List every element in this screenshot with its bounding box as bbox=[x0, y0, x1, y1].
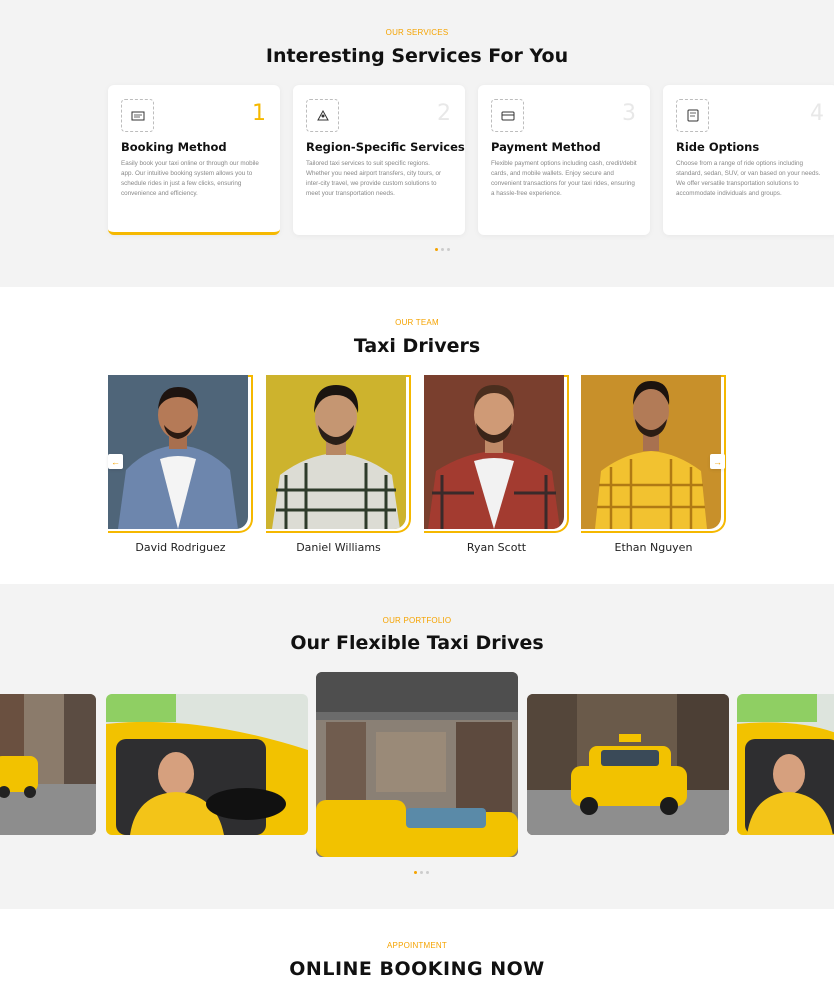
team-eyebrow: OUR TEAM bbox=[395, 318, 439, 327]
ride-options-icon bbox=[676, 99, 709, 132]
team-prev-button[interactable]: ← bbox=[108, 454, 123, 469]
appointment-title: ONLINE BOOKING NOW bbox=[289, 958, 545, 980]
portfolio-section: OUR PORTFOLIO Our Flexible Taxi Drives bbox=[0, 584, 834, 909]
appointment-section: APPOINTMENT ONLINE BOOKING NOW bbox=[0, 909, 834, 990]
portfolio-image[interactable] bbox=[0, 694, 96, 835]
region-icon bbox=[306, 99, 339, 132]
service-title: Ride Options bbox=[676, 140, 760, 154]
portfolio-image[interactable] bbox=[527, 694, 729, 835]
pagination-dot[interactable] bbox=[426, 871, 429, 874]
portfolio-image[interactable] bbox=[737, 694, 834, 835]
service-desc: Easily book your taxi online or through … bbox=[121, 160, 259, 197]
services-eyebrow: OUR SERVICES bbox=[385, 28, 449, 37]
team-next-button[interactable]: → bbox=[710, 454, 725, 469]
service-title: Booking Method bbox=[121, 140, 227, 154]
driver-photo bbox=[108, 375, 248, 529]
service-desc: Choose from a range of ride options incl… bbox=[676, 160, 821, 197]
payment-icon bbox=[491, 99, 524, 132]
pagination-dot[interactable] bbox=[420, 871, 423, 874]
service-card-booking[interactable]: 1 Booking Method Easily book your taxi o… bbox=[108, 85, 280, 235]
service-title: Payment Method bbox=[491, 140, 601, 154]
portfolio-pagination bbox=[414, 871, 429, 874]
appointment-eyebrow: APPOINTMENT bbox=[387, 941, 447, 950]
service-desc: Tailored taxi services to suit specific … bbox=[306, 160, 442, 197]
service-title: Region-Specific Services bbox=[306, 140, 465, 154]
driver-card[interactable]: David Rodriguez bbox=[108, 375, 253, 554]
portfolio-title: Our Flexible Taxi Drives bbox=[290, 632, 544, 654]
pagination-dot[interactable] bbox=[447, 248, 450, 251]
service-number: 1 bbox=[252, 101, 266, 126]
driver-photo bbox=[581, 375, 721, 529]
driver-card[interactable]: Ryan Scott bbox=[424, 375, 569, 554]
driver-card[interactable]: Daniel Williams bbox=[266, 375, 411, 554]
service-number: 4 bbox=[810, 101, 824, 126]
service-number: 2 bbox=[437, 101, 451, 126]
services-pagination bbox=[435, 248, 450, 251]
arrow-right-icon: → bbox=[713, 456, 722, 467]
team-section: OUR TEAM Taxi Drivers David Rodriguez Da… bbox=[0, 287, 834, 584]
driver-photo bbox=[424, 375, 564, 529]
booking-icon bbox=[121, 99, 154, 132]
pagination-dot[interactable] bbox=[414, 871, 417, 874]
portfolio-image[interactable] bbox=[106, 694, 308, 835]
driver-name: Ryan Scott bbox=[466, 541, 527, 554]
services-title: Interesting Services For You bbox=[265, 45, 569, 67]
service-number: 3 bbox=[622, 101, 636, 126]
portfolio-eyebrow: OUR PORTFOLIO bbox=[382, 616, 452, 625]
service-desc: Flexible payment options including cash,… bbox=[491, 160, 637, 197]
pagination-dot[interactable] bbox=[435, 248, 438, 251]
services-section: OUR SERVICES Interesting Services For Yo… bbox=[0, 0, 834, 287]
driver-name: Ethan Nguyen bbox=[614, 541, 693, 554]
driver-name: Daniel Williams bbox=[296, 541, 381, 554]
driver-photo bbox=[266, 375, 406, 529]
team-title: Taxi Drivers bbox=[353, 335, 481, 357]
service-card-payment[interactable]: 3 Payment Method Flexible payment option… bbox=[478, 85, 650, 235]
driver-name: David Rodriguez bbox=[135, 541, 226, 554]
driver-card[interactable]: Ethan Nguyen bbox=[581, 375, 726, 554]
service-card-region[interactable]: 2 Region-Specific Services Tailored taxi… bbox=[293, 85, 465, 235]
portfolio-image[interactable] bbox=[316, 672, 518, 857]
arrow-left-icon: ← bbox=[111, 456, 120, 467]
pagination-dot[interactable] bbox=[441, 248, 444, 251]
service-card-ride-options[interactable]: 4 Ride Options Choose from a range of ri… bbox=[663, 85, 834, 235]
